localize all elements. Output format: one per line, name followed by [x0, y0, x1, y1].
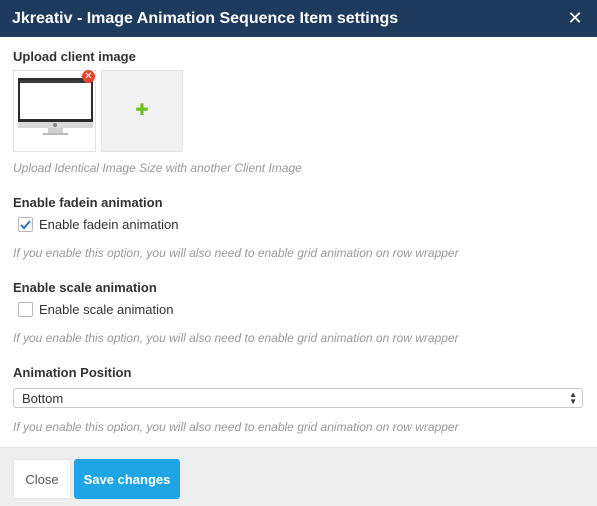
fadein-label: Enable fadein animation [13, 195, 163, 210]
select-value: Bottom [22, 390, 64, 406]
plus-icon: ✚ [135, 102, 149, 119]
position-label: Animation Position [13, 365, 132, 380]
scale-checkbox-label: Enable scale animation [39, 302, 174, 317]
scale-checkbox[interactable]: Enable scale animation [18, 302, 173, 317]
position-help: If you enable this option, you will also… [13, 420, 459, 434]
scale-label: Enable scale animation [13, 280, 157, 295]
animation-position-select[interactable]: Bottom ▲ ▼ [13, 388, 583, 408]
add-image-button[interactable]: ✚ [101, 70, 183, 152]
upload-label: Upload client image [13, 49, 136, 64]
close-button[interactable]: Close [13, 459, 71, 499]
client-image-thumbnail[interactable] [13, 70, 96, 152]
fadein-checkbox[interactable]: Enable fadein animation [18, 217, 179, 232]
save-changes-button[interactable]: Save changes [74, 459, 180, 499]
checkbox-unchecked[interactable] [18, 302, 33, 317]
upload-help: Upload Identical Image Size with another… [13, 161, 302, 175]
dialog-title: Jkreativ - Image Animation Sequence Item… [12, 9, 399, 27]
dialog-header: Jkreativ - Image Animation Sequence Item… [0, 0, 597, 37]
dialog-footer: Close Save changes [0, 447, 597, 506]
scale-help: If you enable this option, you will also… [13, 331, 459, 345]
close-icon[interactable]: ✕ [567, 8, 583, 28]
dialog-body: Upload client image ✕ ✚ Upload Identical… [0, 37, 597, 447]
select-arrows-icon: ▲ ▼ [569, 390, 577, 406]
fadein-checkbox-label: Enable fadein animation [39, 217, 179, 232]
remove-icon[interactable]: ✕ [82, 70, 95, 83]
checkbox-checked[interactable] [18, 217, 33, 232]
fadein-help: If you enable this option, you will also… [13, 246, 459, 260]
monitor-image [18, 78, 93, 122]
